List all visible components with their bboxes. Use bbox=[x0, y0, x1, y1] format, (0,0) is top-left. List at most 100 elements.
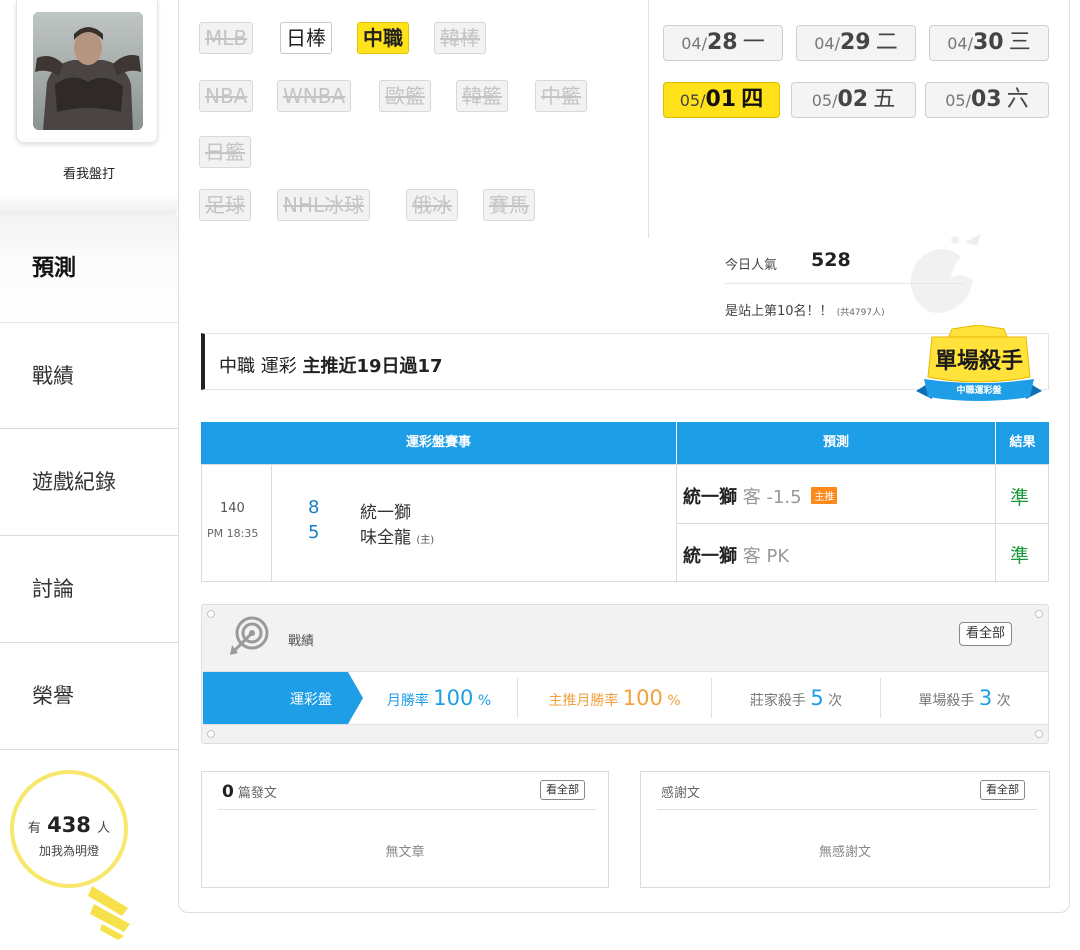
fans-suffix: 人 bbox=[97, 821, 111, 836]
stat-value: 3 bbox=[978, 686, 993, 710]
stat-value: 5 bbox=[810, 686, 824, 710]
home-team[interactable]: 味全龍 (主) bbox=[360, 523, 434, 548]
divider bbox=[657, 809, 1037, 810]
prediction-team: 統一獅 bbox=[683, 487, 737, 508]
stat-value: 100 bbox=[433, 686, 474, 710]
date-weekday: 一 bbox=[742, 30, 765, 55]
sport-tab-soccer[interactable]: 足球 bbox=[199, 189, 251, 221]
thanks-header: 感謝文 bbox=[661, 786, 701, 801]
follow-label[interactable]: 加我為明燈 bbox=[10, 842, 128, 859]
away-team[interactable]: 統一獅 bbox=[360, 498, 411, 523]
sidebar: 看我盤打 預測 戰績 遊戲紀錄 討論 榮譽 有 438 人 加我為明燈 bbox=[0, 0, 178, 950]
date-button-0503[interactable]: 05/03 六 bbox=[925, 82, 1049, 118]
nav-item-game-log[interactable]: 遊戲紀錄 bbox=[0, 429, 178, 536]
fans-count-row: 有 438 人 bbox=[10, 813, 128, 837]
view-all-posts-button[interactable]: 看全部 bbox=[540, 780, 585, 800]
avatar-card[interactable] bbox=[16, 0, 158, 143]
sport-tab-horse-racing[interactable]: 賽馬 bbox=[483, 189, 535, 221]
stat-value: 100 bbox=[622, 686, 663, 710]
table-row: 統一獅 客 -1.5 主推 bbox=[676, 464, 996, 524]
thanks-empty-message: 無感謝文 bbox=[818, 845, 871, 860]
tab-sports-lottery[interactable]: 運彩盤 bbox=[203, 672, 363, 724]
decoration-icon bbox=[910, 234, 981, 313]
date-month: 05/ bbox=[811, 91, 838, 110]
sport-tab-china-basketball[interactable]: 中籃 bbox=[535, 80, 587, 112]
fans-count: 438 bbox=[47, 813, 91, 837]
nav-item-discussion[interactable]: 討論 bbox=[0, 536, 178, 643]
date-weekday: 五 bbox=[873, 87, 896, 112]
date-button-0502[interactable]: 05/02 五 bbox=[791, 82, 916, 118]
corner-dot bbox=[207, 610, 215, 618]
date-weekday: 二 bbox=[875, 30, 898, 55]
nav-item-predict[interactable]: 預測 bbox=[0, 215, 178, 322]
record-section: 戰績 看全部 運彩盤 月勝率 100 % 主推月勝率 100 % 莊家殺手 5 bbox=[201, 604, 1049, 744]
avatar[interactable] bbox=[33, 12, 143, 130]
host-mark: (主) bbox=[416, 535, 435, 546]
sport-tab-euro-basketball[interactable]: 歐籃 bbox=[379, 80, 431, 112]
prediction-text: 統一獅 客 -1.5 主推 bbox=[683, 483, 838, 509]
date-button-0428[interactable]: 04/28 一 bbox=[663, 25, 783, 61]
game-info-cell: 140 PM 18:35 bbox=[201, 464, 272, 582]
away-score: 8 bbox=[308, 497, 320, 518]
headline-highlight: 主推近19日過17 bbox=[302, 356, 443, 377]
posts-empty-message: 無文章 bbox=[385, 845, 425, 860]
headline-league: 中職 bbox=[219, 356, 255, 377]
thanks-box: 感謝文 看全部 無感謝文 bbox=[640, 771, 1050, 888]
rank-text: 是站上第10名！！ (共4797人) bbox=[725, 300, 885, 319]
view-all-record-button[interactable]: 看全部 bbox=[959, 622, 1013, 646]
corner-dot bbox=[1035, 730, 1043, 738]
corner-dot bbox=[207, 730, 215, 738]
lightbulb-base-icon bbox=[88, 886, 130, 940]
sport-tab-mlb[interactable]: MLB bbox=[199, 22, 254, 54]
headline-type: 運彩 bbox=[260, 356, 297, 377]
nav-item-honors[interactable]: 榮譽 bbox=[0, 643, 178, 750]
sport-tab-npb[interactable]: 日棒 bbox=[280, 22, 332, 54]
date-month: 05/ bbox=[945, 91, 971, 110]
date-day: 30 bbox=[973, 30, 1004, 55]
result-text: 準 bbox=[1010, 545, 1030, 567]
view-all-thanks-button[interactable]: 看全部 bbox=[980, 780, 1025, 800]
date-button-0430[interactable]: 04/30 三 bbox=[929, 25, 1049, 61]
result-cell: 準 bbox=[995, 464, 1049, 524]
sport-tab-nhl[interactable]: NHL冰球 bbox=[277, 189, 371, 221]
table-header-result: 結果 bbox=[996, 422, 1049, 464]
badge-subtitle: 中職運彩盤 bbox=[956, 384, 1002, 396]
table-header-game: 運彩盤賽事 bbox=[201, 422, 676, 464]
single-game-killer-count: 單場殺手 3 次 bbox=[881, 672, 1048, 724]
date-day: 01 bbox=[705, 87, 737, 112]
sport-tab-japan-basketball[interactable]: 日籃 bbox=[199, 136, 251, 168]
game-number: 140 bbox=[220, 501, 245, 516]
stat-label: 月勝率 bbox=[386, 693, 429, 709]
target-icon bbox=[230, 616, 269, 655]
date-month: 05/ bbox=[679, 91, 706, 110]
monthly-win-rate: 月勝率 100 % bbox=[363, 672, 515, 724]
record-stats-bar: 運彩盤 月勝率 100 % 主推月勝率 100 % 莊家殺手 5 次 單場殺手 bbox=[203, 671, 1048, 725]
fans-lightbulb[interactable]: 有 438 人 加我為明燈 bbox=[10, 770, 140, 940]
sport-tab-khl[interactable]: 俄冰 bbox=[406, 189, 458, 221]
stat-label: 單場殺手 bbox=[918, 693, 975, 709]
divider bbox=[648, 0, 649, 238]
popularity-label: 今日人氣 bbox=[725, 258, 778, 273]
nav-item-record[interactable]: 戰績 bbox=[0, 322, 178, 429]
date-weekday: 四 bbox=[741, 87, 764, 112]
username[interactable]: 看我盤打 bbox=[0, 163, 178, 182]
single-game-killer-badge: 單場殺手 中職運彩盤 bbox=[916, 325, 1042, 401]
posts-box: 0 篇發文 看全部 無文章 bbox=[201, 771, 609, 888]
stat-unit: 次 bbox=[996, 693, 1011, 709]
sport-tab-korea-basketball[interactable]: 韓籃 bbox=[456, 80, 508, 112]
prediction-table: 運彩盤賽事 預測 結果 140 PM 18:35 8 統一獅 5 味全龍 (主)… bbox=[201, 422, 1049, 582]
stat-unit: 次 bbox=[828, 693, 843, 709]
prediction-line: -1.5 bbox=[766, 487, 802, 508]
prediction-side: 客 bbox=[742, 546, 761, 567]
rank-total: (共4797人) bbox=[836, 308, 885, 318]
date-month: 04/ bbox=[681, 34, 707, 53]
stat-unit: % bbox=[667, 693, 681, 709]
sport-tab-wnba[interactable]: WNBA bbox=[277, 80, 352, 112]
posts-count: 0 bbox=[222, 782, 234, 802]
date-button-0429[interactable]: 04/29 二 bbox=[796, 25, 916, 61]
sport-tab-nba[interactable]: NBA bbox=[199, 80, 254, 112]
sport-tab-cpbl[interactable]: 中職 bbox=[357, 22, 409, 54]
tab-label: 運彩盤 bbox=[290, 692, 332, 708]
date-button-0501[interactable]: 05/01 四 bbox=[663, 82, 780, 118]
sport-tab-kbo[interactable]: 韓棒 bbox=[434, 22, 486, 54]
